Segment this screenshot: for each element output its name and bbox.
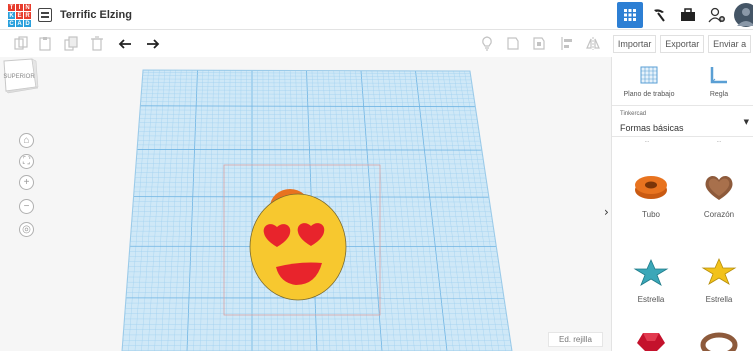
shape-star-teal[interactable]: Estrella bbox=[616, 257, 686, 304]
avatar-image bbox=[734, 3, 753, 27]
build-button[interactable] bbox=[646, 2, 672, 28]
star-teal-shape-icon bbox=[633, 259, 669, 286]
ring-shape-icon bbox=[700, 332, 738, 351]
view-cube[interactable]: SUPERIOR bbox=[0, 57, 40, 97]
copy-icon[interactable] bbox=[14, 36, 28, 51]
tube-shape-icon bbox=[635, 176, 667, 199]
delete-icon[interactable] bbox=[90, 36, 104, 51]
svg-text:...: ... bbox=[716, 139, 721, 144]
design-title[interactable]: Terrific Elzing bbox=[60, 9, 132, 21]
home-view-button[interactable]: ⌂ bbox=[19, 133, 34, 148]
shape-library-select[interactable]: Tinkercad Formas básicas ▼ bbox=[612, 105, 753, 137]
grid-view-icon bbox=[624, 9, 636, 21]
logo-letter: I bbox=[16, 4, 23, 11]
view-switcher bbox=[614, 2, 753, 28]
logo-letter: E bbox=[16, 12, 23, 19]
logo-letter: K bbox=[8, 12, 15, 19]
tinkercad-editor: TIN KER CAD Terrific Elzing Importar Expor… bbox=[0, 0, 753, 351]
mirror-icon[interactable] bbox=[586, 36, 600, 51]
workplane-tool[interactable]: Plano de trabajo bbox=[614, 65, 684, 98]
top-bar: TIN KER CAD Terrific Elzing bbox=[0, 0, 753, 30]
ruler-label: Regla bbox=[709, 91, 729, 98]
light-bulb-icon[interactable] bbox=[480, 36, 494, 51]
add-user-icon bbox=[708, 7, 725, 23]
zoom-in-button[interactable]: + bbox=[19, 175, 34, 190]
duplicate-icon[interactable] bbox=[64, 36, 78, 51]
svg-text:...: ... bbox=[644, 139, 649, 144]
gem-shape-icon bbox=[637, 333, 665, 351]
shape-star-yellow[interactable]: Estrella bbox=[684, 257, 753, 304]
tinkercad-logo[interactable]: TIN KER CAD bbox=[8, 4, 31, 27]
logo-letter: A bbox=[16, 20, 23, 27]
workplane-canvas[interactable]: SUPERIOR ⌂ ⛶ + − ◎ Ed. rejilla › bbox=[0, 57, 611, 351]
action-buttons: Importar Exportar Enviar a bbox=[611, 31, 753, 57]
plus-icon: + bbox=[23, 176, 30, 188]
export-button[interactable]: Exportar bbox=[660, 35, 705, 53]
perspective-button[interactable]: ◎ bbox=[19, 222, 34, 237]
clipped-shape-labels: ... ... bbox=[644, 139, 721, 144]
heart-shape-icon bbox=[705, 176, 733, 200]
ruler-tool[interactable]: Regla bbox=[684, 65, 753, 98]
shape-gem[interactable] bbox=[616, 329, 686, 351]
edit-grid-button[interactable]: Ed. rejilla bbox=[548, 332, 603, 347]
shape-heart[interactable]: Corazón bbox=[684, 172, 753, 219]
workplane-view[interactable] bbox=[0, 57, 611, 351]
ruler-icon bbox=[710, 67, 727, 84]
briefcase-icon bbox=[681, 8, 695, 21]
shape-label: Estrella bbox=[705, 295, 733, 304]
fit-view-button[interactable]: ⛶ bbox=[19, 154, 34, 169]
shapes-panel: Plano de trabajo Regla Tinkercad Formas … bbox=[611, 57, 753, 351]
logo-letter: C bbox=[8, 20, 15, 27]
shape-label: Estrella bbox=[637, 295, 665, 304]
shape-label: Tubo bbox=[642, 210, 660, 219]
design-menu-icon[interactable] bbox=[38, 8, 52, 22]
align-icon[interactable] bbox=[560, 36, 574, 51]
undo-icon[interactable] bbox=[118, 36, 132, 51]
logo-letter: D bbox=[24, 20, 31, 27]
library-provider: Tinkercad bbox=[620, 111, 647, 117]
logo-letter: R bbox=[24, 12, 31, 19]
perspective-icon: ◎ bbox=[22, 223, 31, 235]
avatar[interactable] bbox=[733, 2, 753, 28]
workplane-label: Plano de trabajo bbox=[623, 91, 675, 98]
star-yellow-shape-icon bbox=[701, 258, 737, 285]
shape-label: Corazón bbox=[703, 210, 735, 219]
zoom-out-button[interactable]: − bbox=[19, 199, 34, 214]
workplane-icon bbox=[640, 66, 658, 84]
view-cube-label: SUPERIOR bbox=[3, 74, 35, 80]
shape-tube[interactable]: Tubo bbox=[616, 172, 686, 219]
projects-button[interactable] bbox=[675, 2, 701, 28]
collapse-panel-icon[interactable]: › bbox=[604, 205, 609, 219]
fit-icon: ⛶ bbox=[23, 155, 30, 167]
import-button[interactable]: Importar bbox=[612, 35, 657, 53]
redo-icon[interactable] bbox=[146, 36, 160, 51]
home-icon: ⌂ bbox=[23, 134, 30, 146]
paste-icon[interactable] bbox=[38, 36, 52, 51]
show-all-icon[interactable] bbox=[506, 36, 520, 51]
shape-ring[interactable] bbox=[684, 329, 753, 351]
invite-button[interactable] bbox=[704, 2, 730, 28]
hide-icon[interactable] bbox=[532, 36, 546, 51]
pickaxe-icon bbox=[654, 9, 665, 22]
send-to-button[interactable]: Enviar a bbox=[708, 35, 752, 53]
edit-toolbar bbox=[0, 31, 611, 57]
logo-letter: T bbox=[8, 4, 15, 11]
chevron-down-icon: ▼ bbox=[743, 118, 749, 126]
logo-letter: N bbox=[24, 4, 31, 11]
library-selected: Formas básicas bbox=[620, 123, 684, 133]
grid-view-button[interactable] bbox=[617, 2, 643, 28]
minus-icon: − bbox=[23, 200, 30, 212]
